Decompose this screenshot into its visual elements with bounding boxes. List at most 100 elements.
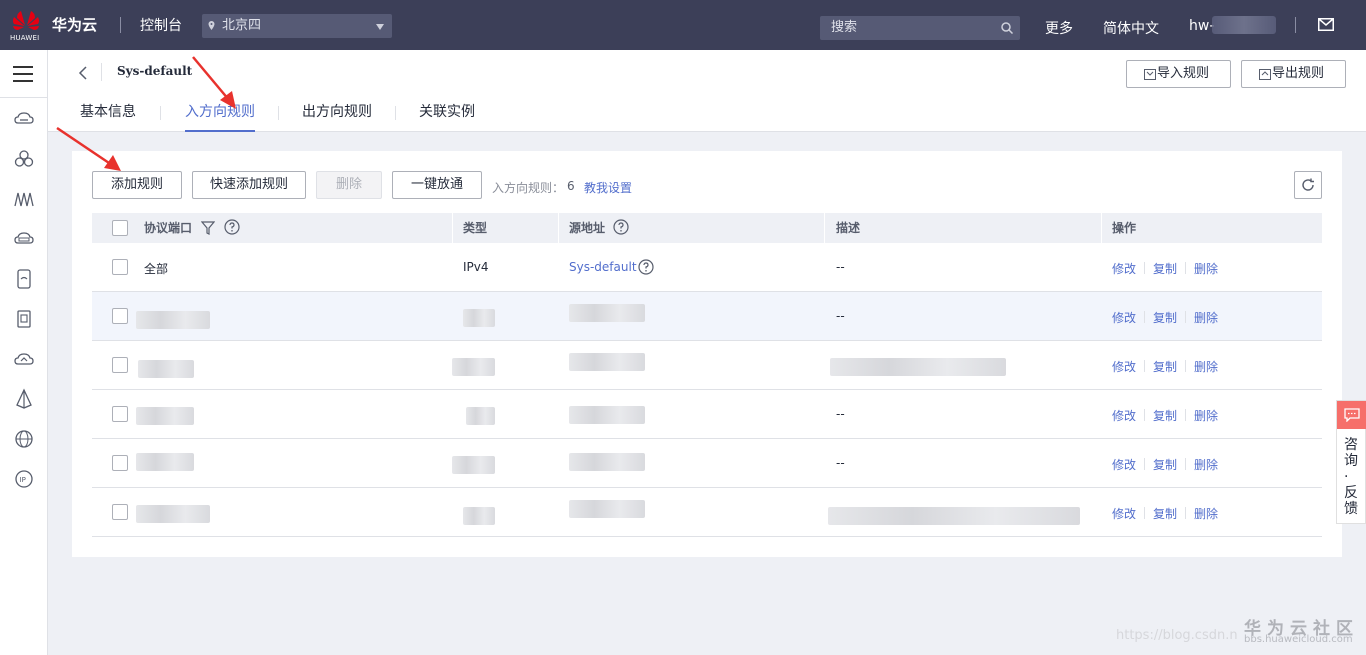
row-checkbox[interactable] [112,455,128,471]
watermark-url: https://blog.csdn.n [1116,628,1238,643]
modify-link[interactable]: 修改 [1112,407,1136,424]
redacted-type [452,456,495,474]
tab-bar: 基本信息 入方向规则 出方向规则 关联实例 [48,102,1366,132]
column-header-protocol-port: 协议端口 [144,221,193,235]
copy-link[interactable]: 复制 [1153,358,1177,375]
location-pin-icon [208,21,215,30]
service-sidebar: IP [0,50,48,655]
search-icon[interactable] [1001,22,1013,34]
column-header-source: 源地址 [569,221,606,235]
quick-add-rule-button[interactable]: 快速添加规则 [192,171,306,199]
cloud-service-icon[interactable] [13,348,35,370]
delete-button[interactable]: 删除 [316,171,382,199]
divider [0,97,48,98]
divider [1101,213,1102,243]
modify-link[interactable]: 修改 [1112,505,1136,522]
modify-link[interactable]: 修改 [1112,260,1136,277]
region-selector[interactable]: 北京四 [202,14,392,38]
description-cell: -- [836,260,845,274]
watermark-site: bbs.huaweicloud.com [1244,634,1353,645]
cluster-icon[interactable] [13,148,35,170]
row-checkbox[interactable] [112,259,128,275]
add-rule-button[interactable]: 添加规则 [92,171,182,199]
menu-icon[interactable] [13,66,33,82]
backup-icon[interactable] [13,308,35,330]
user-name-redacted [1212,16,1276,34]
more-menu[interactable]: 更多 [1045,18,1073,38]
copy-link[interactable]: 复制 [1153,260,1177,277]
delete-link[interactable]: 删除 [1194,358,1218,375]
mail-icon[interactable] [1318,18,1334,31]
help-link[interactable]: 教我设置 [584,179,632,196]
help-icon[interactable] [613,219,629,235]
cloud-server-icon[interactable] [13,108,35,130]
delete-link[interactable]: 删除 [1194,260,1218,277]
redacted-protocol [136,453,194,471]
table-row[interactable]: 修改 复制 删除 [92,341,1322,390]
copy-link[interactable]: 复制 [1153,505,1177,522]
page-header: Sys-default 导入规则 导出规则 基本信息 入方向规则 出方向规则 关… [48,50,1366,132]
export-rules-button[interactable]: 导出规则 [1241,60,1346,88]
allow-all-button[interactable]: 一键放通 [392,171,482,199]
import-rules-button[interactable]: 导入规则 [1126,60,1231,88]
row-checkbox[interactable] [112,504,128,520]
row-checkbox[interactable] [112,308,128,324]
modify-link[interactable]: 修改 [1112,358,1136,375]
table-row[interactable]: 修改 复制 删除 [92,488,1322,537]
tab-inbound-rules[interactable]: 入方向规则 [185,102,255,132]
delete-link[interactable]: 删除 [1194,505,1218,522]
table-header: 协议端口 类型 源地址 描述 操作 [92,213,1322,243]
divider [1185,311,1186,323]
help-icon[interactable] [638,259,654,275]
divider [824,213,825,243]
modify-link[interactable]: 修改 [1112,309,1136,326]
brand-name[interactable]: 华为云 [52,14,97,35]
network-icon[interactable] [13,188,35,210]
storage-icon[interactable] [13,268,35,290]
divider [278,106,279,120]
rule-count-value: 6 [567,179,575,193]
redacted-type [463,507,495,525]
modify-link[interactable]: 修改 [1112,456,1136,473]
filter-icon[interactable] [201,221,215,235]
web-globe-icon[interactable] [13,428,35,450]
row-checkbox[interactable] [112,406,128,422]
copy-link[interactable]: 复制 [1153,407,1177,424]
divider [1185,458,1186,470]
back-arrow-icon[interactable] [78,66,88,80]
table-row[interactable]: -- 修改 复制 删除 [92,292,1322,341]
tab-associated-instances[interactable]: 关联实例 [419,102,475,132]
divider [1144,311,1145,323]
select-all-checkbox[interactable] [112,220,128,236]
source-link[interactable]: Sys-default [569,260,637,274]
table-row[interactable]: -- 修改 复制 删除 [92,439,1322,488]
column-header-type: 类型 [463,221,488,235]
sail-icon[interactable] [13,388,35,410]
redacted-description [830,358,1006,376]
table-row[interactable]: -- 修改 复制 删除 [92,390,1322,439]
delete-link[interactable]: 删除 [1194,407,1218,424]
help-icon[interactable] [224,219,240,235]
description-cell: -- [836,407,845,421]
row-checkbox[interactable] [112,357,128,373]
divider [1144,507,1145,519]
cloud-disk-icon[interactable] [13,228,35,250]
tab-basic-info[interactable]: 基本信息 [80,102,136,132]
copy-link[interactable]: 复制 [1153,456,1177,473]
feedback-header [1337,401,1366,429]
feedback-widget[interactable]: 咨询·反馈 [1336,400,1366,524]
search-input[interactable]: 搜索 [820,16,1020,40]
chat-icon [1344,408,1360,422]
delete-link[interactable]: 删除 [1194,309,1218,326]
svg-text:IP: IP [20,476,26,484]
language-selector[interactable]: 简体中文 [1103,18,1159,38]
table-row[interactable]: 全部 IPv4 Sys-default -- 修改 复制 删除 [92,243,1322,292]
user-menu[interactable]: hw- [1189,18,1214,34]
divider [1185,262,1186,274]
copy-link[interactable]: 复制 [1153,309,1177,326]
ip-icon[interactable]: IP [13,468,35,490]
delete-link[interactable]: 删除 [1194,456,1218,473]
console-link[interactable]: 控制台 [140,15,182,35]
refresh-button[interactable] [1294,171,1322,199]
tab-outbound-rules[interactable]: 出方向规则 [302,102,372,132]
